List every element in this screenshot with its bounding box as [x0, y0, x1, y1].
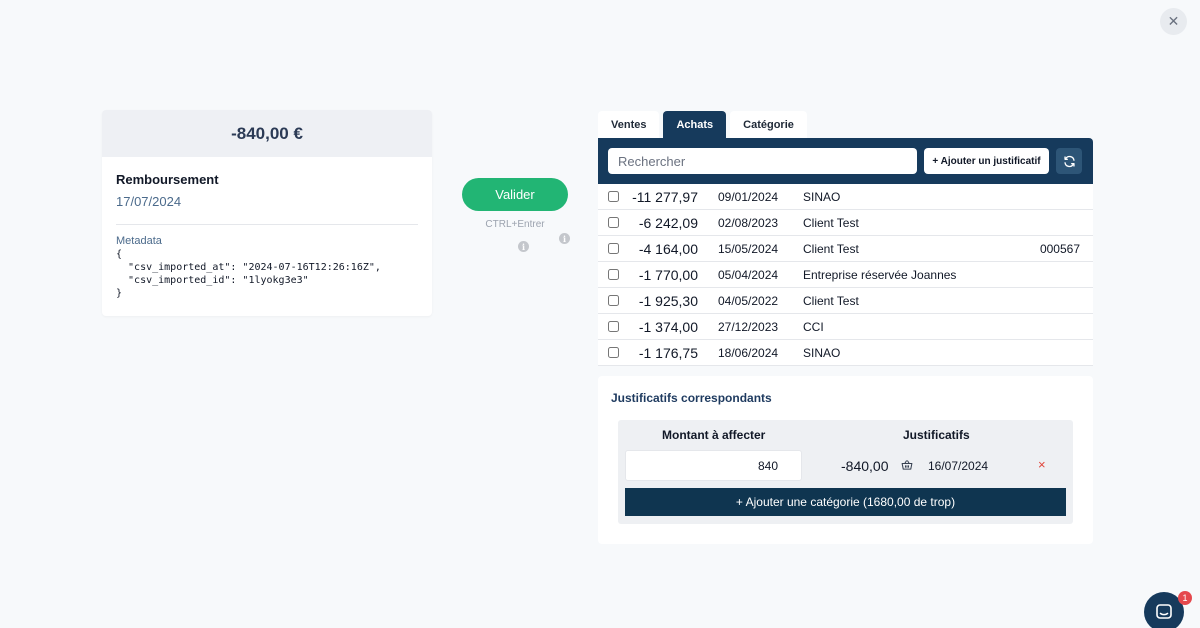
column-header-docs: Justificatifs	[903, 428, 970, 442]
row-checkbox[interactable]	[608, 321, 619, 332]
row-name: CCI	[803, 319, 824, 334]
table-row[interactable]: -11 277,97 09/01/2024 SINAO	[598, 184, 1093, 210]
table-row[interactable]: -6 242,09 02/08/2023 Client Test	[598, 210, 1093, 236]
close-button[interactable]: ✕	[1160, 8, 1187, 35]
basket-icon	[901, 460, 913, 470]
row-amount: -11 277,97	[632, 188, 698, 205]
row-amount: -6 242,09	[638, 214, 698, 231]
amount-to-assign-input[interactable]	[625, 450, 802, 481]
add-justificatif-button[interactable]: + Ajouter un justificatif	[924, 148, 1049, 174]
tab-bar: Ventes Achats Catégorie	[598, 111, 807, 138]
row-amount: -4 164,00	[638, 240, 698, 257]
refresh-icon	[1063, 155, 1075, 167]
row-name: SINAO	[803, 189, 841, 204]
row-checkbox[interactable]	[608, 347, 619, 358]
table-row[interactable]: -1 176,75 18/06/2024 SINAO	[598, 340, 1093, 366]
candidate-list: -11 277,97 09/01/2024 SINAO -6 242,09 02…	[598, 184, 1093, 366]
table-row[interactable]: -1 925,30 04/05/2022 Client Test	[598, 288, 1093, 314]
search-toolbar: + Ajouter un justificatif	[598, 138, 1093, 184]
doc-date: 16/07/2024	[928, 459, 989, 473]
row-checkbox[interactable]	[608, 243, 619, 254]
close-icon: ✕	[1167, 13, 1180, 29]
row-name: SINAO	[803, 345, 841, 360]
row-amount: -1 374,00	[638, 318, 698, 335]
row-date: 18/06/2024	[718, 345, 779, 360]
row-name: Entreprise réservée Joannes	[803, 267, 957, 282]
table-row[interactable]: -1 770,00 05/04/2024 Entreprise réservée…	[598, 262, 1093, 288]
search-input[interactable]	[608, 148, 917, 174]
row-date: 02/08/2023	[718, 215, 779, 230]
table-row[interactable]: -4 164,00 15/05/2024 Client Test 000567	[598, 236, 1093, 262]
tab-achats[interactable]: Achats	[663, 111, 727, 138]
info-icon[interactable]: i	[559, 233, 570, 244]
divider	[116, 224, 418, 225]
row-name: Client Test	[803, 293, 859, 308]
row-date: 05/04/2024	[718, 267, 779, 282]
chat-icon	[1156, 604, 1172, 619]
info-icon[interactable]: i	[518, 241, 529, 252]
row-name: Client Test	[803, 241, 859, 256]
table-row[interactable]: -1 374,00 27/12/2023 CCI	[598, 314, 1093, 340]
row-name: Client Test	[803, 215, 859, 230]
add-category-button[interactable]: + Ajouter une catégorie (1680,00 de trop…	[625, 488, 1066, 516]
row-amount: -1 925,30	[638, 292, 698, 309]
metadata-json: { "csv_imported_at": "2024-07-16T12:26:1…	[116, 249, 381, 299]
row-checkbox[interactable]	[608, 269, 619, 280]
validate-button[interactable]: Valider	[462, 178, 568, 211]
transaction-date: 17/07/2024	[116, 194, 182, 209]
row-date: 15/05/2024	[718, 241, 779, 256]
tab-categorie[interactable]: Catégorie	[730, 111, 807, 138]
transaction-label: Remboursement	[116, 172, 219, 187]
row-date: 04/05/2022	[718, 293, 779, 308]
doc-amount: -840,00	[841, 458, 889, 474]
row-checkbox[interactable]	[608, 191, 619, 202]
row-checkbox[interactable]	[608, 295, 619, 306]
row-date: 09/01/2024	[718, 189, 779, 204]
tab-ventes[interactable]: Ventes	[598, 111, 660, 138]
row-checkbox[interactable]	[608, 217, 619, 228]
row-amount: -1 770,00	[638, 266, 698, 283]
row-date: 27/12/2023	[718, 319, 779, 334]
transaction-card: -840,00 € Remboursement 17/07/2024 Metad…	[102, 110, 432, 316]
remove-icon[interactable]: ×	[1038, 457, 1046, 472]
row-ref: 000567	[1039, 241, 1080, 256]
matching-title: Justificatifs correspondants	[611, 391, 772, 405]
shortcut-hint: CTRL+Entrer	[485, 219, 545, 230]
transaction-amount: -840,00 €	[102, 110, 432, 157]
metadata-label: Metadata	[116, 235, 162, 247]
matching-box: Montant à affecter Justificatifs -840,00…	[618, 420, 1073, 524]
column-header-amount: Montant à affecter	[662, 428, 766, 442]
row-amount: -1 176,75	[638, 344, 698, 361]
matching-panel: Justificatifs correspondants Montant à a…	[598, 376, 1093, 544]
refresh-button[interactable]	[1056, 148, 1082, 174]
notification-badge: 1	[1178, 591, 1192, 605]
